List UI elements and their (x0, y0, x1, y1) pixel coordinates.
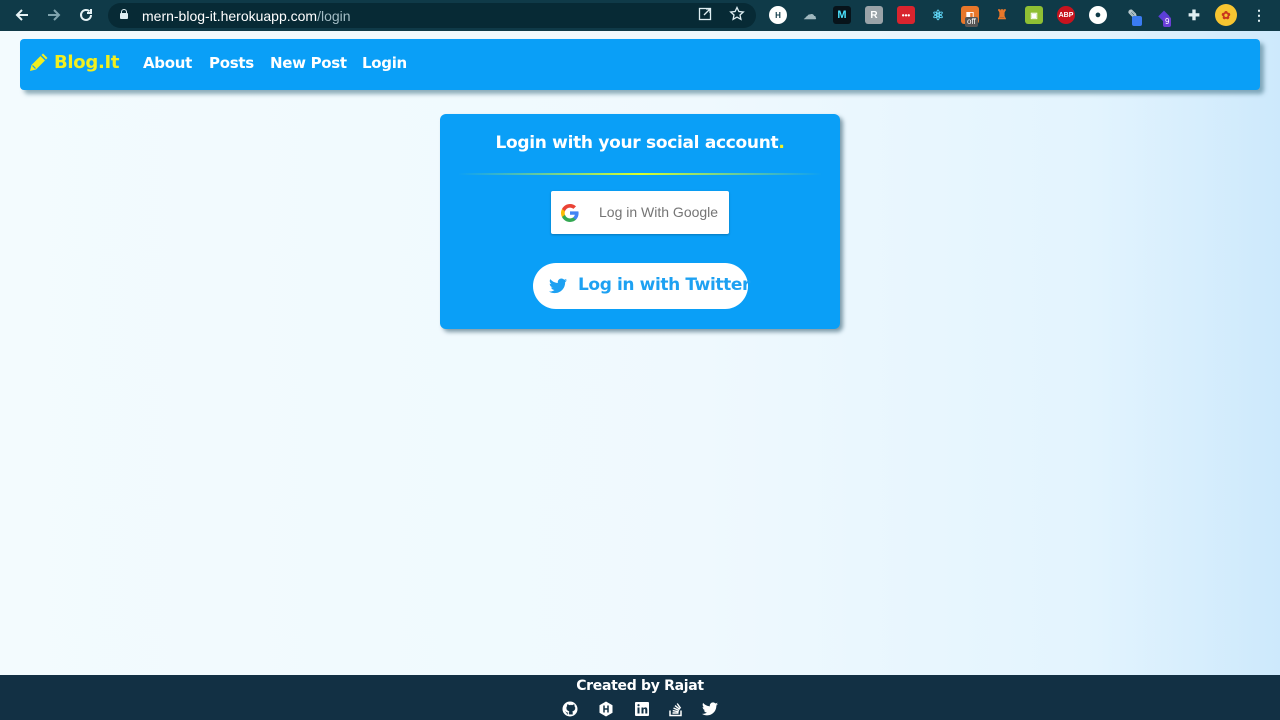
extension-grey-icon[interactable]: R (865, 6, 883, 24)
google-login-button[interactable]: Log in With Google (551, 191, 729, 234)
nav-link-posts[interactable]: Posts (209, 54, 254, 72)
extension-m-icon[interactable]: M (833, 6, 851, 24)
browser-toolbar: mern-blog-it.herokuapp.com/login H ☁ M R… (0, 0, 1280, 31)
nav-link-about[interactable]: About (143, 54, 192, 72)
url-text[interactable]: mern-blog-it.herokuapp.com/login (142, 8, 351, 24)
forward-arrow-icon (48, 9, 61, 21)
linkedin-icon[interactable] (634, 701, 650, 717)
extension-h-icon[interactable]: H (769, 6, 787, 24)
url-host: mern-blog-it.herokuapp.com (142, 8, 318, 24)
profile-avatar[interactable]: ✿ (1215, 4, 1237, 26)
brand-link[interactable]: Blog.It (28, 51, 119, 73)
nav-link-login[interactable]: Login (362, 54, 407, 72)
twitter-login-button[interactable]: Log in with Twitter (533, 263, 750, 309)
back-button[interactable] (10, 3, 34, 27)
extension-green-icon[interactable]: ▣ (1025, 6, 1043, 24)
reload-button[interactable] (74, 3, 98, 27)
reload-icon (80, 8, 92, 21)
brand-name: Blog.It (54, 51, 120, 73)
extension-count-badge: 9 (1163, 17, 1172, 27)
title-divider (458, 173, 822, 175)
pencil-icon (30, 53, 48, 71)
bookmark-star-icon[interactable] (729, 5, 745, 26)
footer-credit: Created by Rajat (576, 678, 704, 694)
twitter-icon[interactable] (702, 701, 718, 717)
google-login-label: Log in With Google (599, 204, 719, 220)
address-bar[interactable]: mern-blog-it.herokuapp.com/login (108, 3, 756, 28)
github-icon[interactable] (562, 701, 578, 717)
extension-off-badge: off (965, 17, 978, 27)
google-g-icon (561, 204, 579, 222)
react-devtools-icon[interactable]: ⚛ (929, 6, 947, 24)
twitter-login-label: Log in with Twitter (578, 275, 750, 295)
login-card: Login with your social account. Log in W… (440, 114, 840, 329)
back-arrow-icon (15, 9, 28, 21)
open-in-app-icon[interactable] (698, 7, 712, 25)
login-card-title: Login with your social account. (495, 133, 785, 153)
footer: Created by Rajat (0, 675, 1280, 720)
adblock-plus-icon[interactable]: ABP (1057, 6, 1075, 24)
page-background: Blog.It About Posts New Post Login Login… (0, 31, 1280, 675)
hackerrank-icon[interactable] (598, 701, 614, 717)
navbar: Blog.It About Posts New Post Login (20, 39, 1260, 90)
extension-rocket-icon[interactable]: ♜ (993, 6, 1011, 24)
url-path: /login (317, 8, 351, 24)
stackoverflow-icon[interactable] (668, 701, 684, 717)
extensions-puzzle-icon[interactable]: ✚ (1185, 6, 1203, 24)
extension-dots-icon[interactable]: ••• (897, 6, 915, 24)
twitter-bird-icon (549, 278, 567, 294)
extension-swirl-icon[interactable]: ☁ (801, 6, 819, 24)
lock-icon (120, 9, 128, 19)
github-extension-icon[interactable]: ● (1089, 6, 1107, 24)
nav-link-new-post[interactable]: New Post (270, 54, 347, 72)
extension-blue-square-icon (1132, 16, 1142, 26)
forward-button[interactable] (42, 3, 66, 27)
browser-menu-icon[interactable]: ⋮ (1250, 6, 1268, 24)
